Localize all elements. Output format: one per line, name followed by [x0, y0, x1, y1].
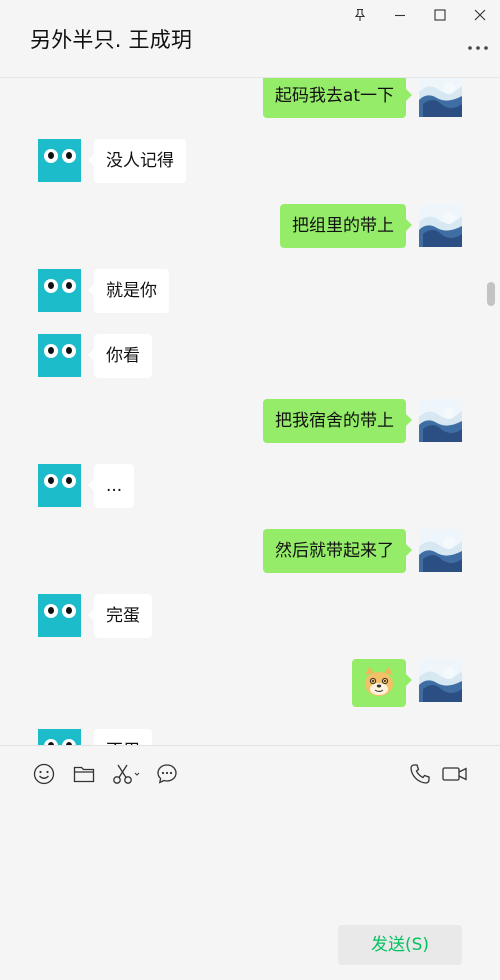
message-input[interactable] — [22, 800, 478, 915]
minimize-button[interactable] — [380, 0, 420, 30]
doge-emoji — [365, 667, 393, 696]
chat-scrollbar[interactable] — [487, 282, 495, 306]
message-row: ... — [0, 464, 500, 508]
more-button[interactable] — [466, 38, 490, 58]
message-bubble-incoming[interactable]: ... — [87, 464, 135, 508]
scissors-icon — [113, 764, 140, 784]
message-bubble-outgoing[interactable] — [352, 659, 412, 707]
send-button[interactable]: 发送(S) — [338, 925, 462, 965]
video-icon — [442, 767, 467, 781]
message-row: 把我宿舍的带上 — [0, 399, 500, 443]
friend-avatar[interactable] — [38, 139, 81, 182]
folder-icon — [73, 766, 95, 783]
message-bubble-incoming[interactable]: 不用 — [88, 729, 152, 745]
video-call-button[interactable] — [441, 760, 469, 788]
my-avatar[interactable] — [419, 399, 462, 442]
more-icon — [468, 46, 488, 50]
emoji-button[interactable] — [30, 760, 58, 788]
message-bubble-incoming[interactable]: 没人记得 — [88, 139, 186, 183]
friend-avatar[interactable] — [38, 464, 81, 507]
chat-header: 另外半只. 王成玥 — [0, 0, 500, 78]
maximize-icon — [434, 9, 446, 21]
message-row — [0, 659, 500, 707]
friend-avatar[interactable] — [38, 269, 81, 312]
window-controls — [340, 0, 500, 30]
my-avatar[interactable] — [419, 659, 462, 702]
input-toolbar — [0, 760, 500, 790]
close-button[interactable] — [460, 0, 500, 30]
friend-avatar[interactable] — [38, 729, 81, 745]
message-bubble-outgoing[interactable]: 然后就带起来了 — [263, 529, 412, 573]
close-icon — [474, 9, 486, 21]
my-avatar[interactable] — [419, 204, 462, 247]
message-bubble-outgoing[interactable]: 起码我去at一下 — [262, 78, 413, 118]
chat-history-icon — [157, 764, 177, 784]
message-row: 完蛋 — [0, 594, 500, 638]
message-bubble-outgoing[interactable]: 把组里的带上 — [280, 204, 412, 248]
friend-avatar[interactable] — [38, 334, 81, 377]
message-row: 起码我去at一下 — [0, 78, 500, 118]
minimize-icon — [395, 14, 405, 17]
message-bubble-outgoing[interactable]: 把我宿舍的带上 — [263, 399, 412, 443]
message-bubble-incoming[interactable]: 完蛋 — [88, 594, 152, 638]
chat-history-button[interactable] — [153, 760, 181, 788]
emoji-icon — [33, 763, 55, 785]
my-avatar[interactable] — [419, 78, 462, 117]
message-row: 没人记得 — [0, 139, 500, 183]
pin-button[interactable] — [340, 0, 380, 30]
message-list[interactable]: 起码我去at一下 没人记得 把组里的带上 就是你 你看 把我宿舍的带上 ... … — [0, 78, 500, 745]
chat-title: 另外半只. 王成玥 — [30, 28, 193, 52]
my-avatar[interactable] — [419, 529, 462, 572]
maximize-button[interactable] — [420, 0, 460, 30]
input-divider — [0, 745, 500, 746]
friend-avatar[interactable] — [38, 594, 81, 637]
chat-window: 另外半只. 王成玥 起码我去at一下 没人记得 把组里的带上 就是你 你看 把我… — [0, 0, 500, 980]
message-bubble-incoming[interactable]: 就是你 — [88, 269, 169, 313]
file-button[interactable] — [70, 760, 98, 788]
message-bubble-incoming[interactable]: 你看 — [88, 334, 152, 378]
message-row: 把组里的带上 — [0, 204, 500, 248]
screenshot-button[interactable] — [111, 760, 141, 788]
message-row: 不用 — [0, 729, 500, 745]
message-row: 然后就带起来了 — [0, 529, 500, 573]
pin-icon — [354, 8, 366, 21]
message-row: 就是你 — [0, 269, 500, 313]
phone-icon — [410, 764, 430, 784]
message-row: 你看 — [0, 334, 500, 378]
voice-call-button[interactable] — [406, 760, 434, 788]
